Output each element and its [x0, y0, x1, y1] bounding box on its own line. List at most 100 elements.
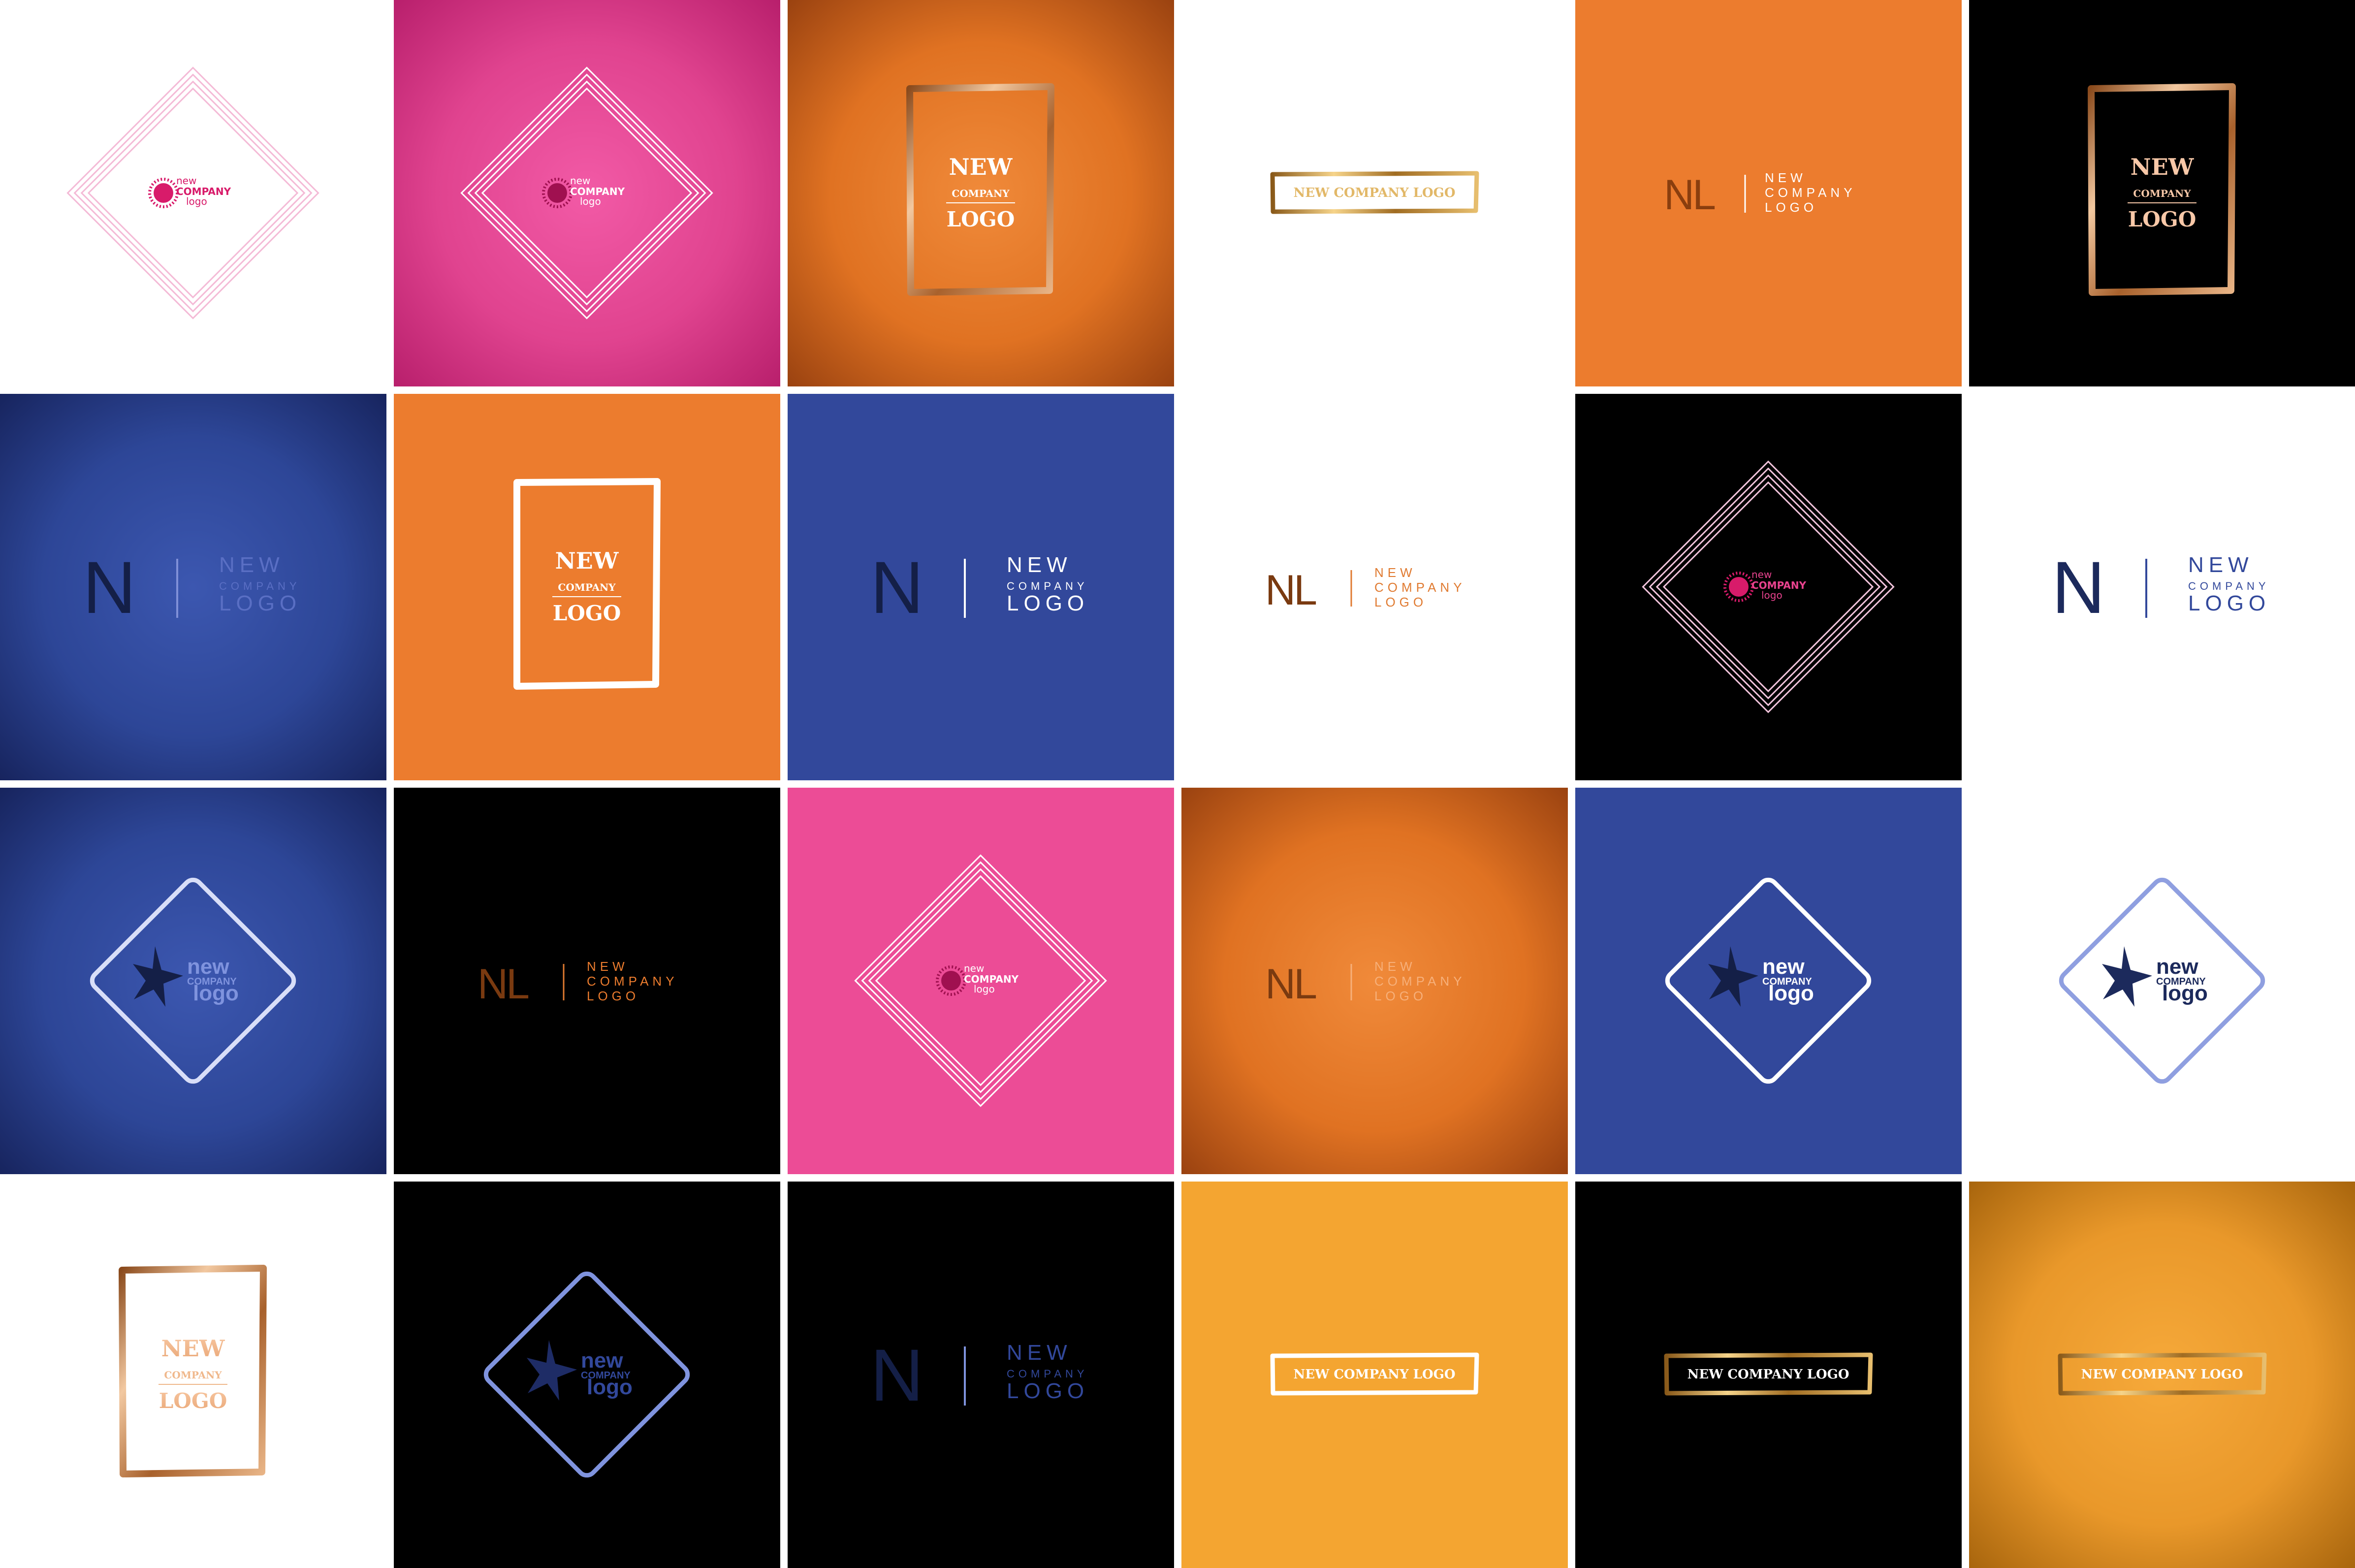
frame-logo: NEW COMPANY LOGO	[119, 1265, 267, 1477]
n-word3: LOGO	[2188, 591, 2270, 615]
star-word1: new	[1762, 955, 1805, 979]
frame-word2: COMPANY	[2133, 188, 2191, 199]
star-word1: new	[581, 1348, 623, 1373]
nl-mark: NL	[1265, 960, 1316, 1008]
nl-mark: NL	[1265, 567, 1316, 614]
frame-word2: COMPANY	[164, 1369, 222, 1381]
n-logo: N NEW COMPANY LOGO	[83, 546, 301, 629]
tile-r1-c4: NEW COMPANY LOGO	[1181, 0, 1568, 386]
banner-logo: NEW COMPANY LOGO	[1664, 1352, 1873, 1396]
nl-word3: LOGO	[1374, 989, 1427, 1003]
star-logo: new COMPANY logo	[2059, 877, 2265, 1084]
nl-word1: NEW	[1765, 170, 1807, 185]
tile-r2-c6: N NEW COMPANY LOGO	[1969, 394, 2355, 780]
frame-word3: LOGO	[947, 207, 1015, 231]
tile-r3-c1: new COMPANY logo	[0, 788, 386, 1174]
tile-r2-c3: N NEW COMPANY LOGO	[788, 394, 1174, 780]
n-mark: N	[2052, 546, 2105, 629]
burst-icon	[154, 183, 173, 203]
tile-r4-c5: NEW COMPANY LOGO	[1575, 1182, 1962, 1568]
tile-r3-c3: new COMPANY logo	[788, 788, 1174, 1174]
tile-r4-c4: NEW COMPANY LOGO	[1181, 1182, 1568, 1568]
burst-icon	[1729, 577, 1749, 597]
n-mark: N	[83, 546, 136, 629]
n-word1: NEW	[219, 553, 285, 577]
frame-word3: LOGO	[2128, 207, 2196, 231]
star-icon	[1708, 946, 1758, 1007]
nl-word3: LOGO	[1374, 595, 1427, 609]
nl-word2: COMPANY	[1374, 974, 1466, 989]
burst-word3: logo	[974, 983, 995, 995]
burst-word1: new	[570, 175, 590, 187]
burst-word3: logo	[580, 195, 601, 207]
banner-logo: NEW COMPANY LOGO	[1270, 171, 1479, 214]
burst-word3: logo	[186, 195, 207, 207]
tile-r4-c3: N NEW COMPANY LOGO	[788, 1182, 1174, 1568]
n-word2: COMPANY	[1007, 1368, 1088, 1380]
frame-word1: NEW	[555, 547, 619, 574]
tile-r4-c2: new COMPANY logo	[394, 1182, 780, 1568]
frame-word1: NEW	[949, 154, 1013, 180]
tile-r2-c2: NEW COMPANY LOGO	[394, 394, 780, 780]
star-word1: new	[2156, 955, 2198, 979]
star-word3: logo	[2162, 981, 2208, 1005]
tile-r1-c1: new COMPANY logo	[0, 0, 386, 386]
frame-word2: COMPANY	[952, 188, 1010, 199]
nl-word1: NEW	[1374, 959, 1416, 974]
burst-icon	[547, 183, 567, 203]
tile-r2-c1: N NEW COMPANY LOGO	[0, 394, 386, 780]
banner-text: NEW COMPANY LOGO	[1294, 186, 1456, 200]
n-logo: N NEW COMPANY LOGO	[870, 546, 1089, 629]
star-icon	[133, 946, 183, 1007]
burst-word1: new	[176, 175, 196, 187]
burst-logo: new COMPANY logo	[1642, 460, 1895, 713]
banner-text: NEW COMPANY LOGO	[2081, 1367, 2243, 1382]
nl-logo: NL NEW COMPANY LOGO	[1664, 170, 1856, 219]
n-word2: COMPANY	[1007, 580, 1088, 592]
tile-r2-c5: new COMPANY logo	[1575, 394, 1962, 780]
n-word1: NEW	[1007, 553, 1072, 577]
nl-word3: LOGO	[587, 989, 639, 1003]
burst-logo: new COMPANY logo	[460, 66, 713, 320]
burst-word1: new	[1751, 569, 1772, 580]
tile-r1-c5: NL NEW COMPANY LOGO	[1575, 0, 1962, 386]
burst-icon	[941, 971, 961, 991]
nl-mark: NL	[477, 960, 528, 1008]
tile-r4-c1: NEW COMPANY LOGO	[0, 1182, 386, 1568]
star-logo: new COMPANY logo	[1665, 877, 1872, 1084]
frame-word2: COMPANY	[558, 581, 616, 593]
tile-r4-c6: NEW COMPANY LOGO	[1969, 1182, 2355, 1568]
n-word3: LOGO	[219, 591, 301, 615]
nl-word3: LOGO	[1765, 200, 1817, 215]
nl-logo: NL NEW COMPANY LOGO	[1265, 565, 1462, 614]
star-icon	[2102, 946, 2152, 1007]
banner-text: NEW COMPANY LOGO	[1687, 1367, 1849, 1382]
nl-word2: COMPANY	[1765, 185, 1856, 200]
tile-r1-c3: NEW COMPANY LOGO	[788, 0, 1174, 386]
tile-r2-c4: NL NEW COMPANY LOGO	[1181, 394, 1568, 780]
n-mark: N	[870, 546, 923, 629]
n-mark: N	[870, 1334, 923, 1416]
star-word3: logo	[587, 1375, 633, 1399]
banner-text: NEW COMPANY LOGO	[1294, 1367, 1456, 1382]
burst-logo: new COMPANY logo	[854, 854, 1107, 1107]
n-logo: N NEW COMPANY LOGO	[2052, 546, 2270, 629]
n-word3: LOGO	[1007, 591, 1089, 615]
frame-word1: NEW	[161, 1335, 225, 1362]
nl-logo: NL NEW COMPANY LOGO	[1265, 959, 1466, 1008]
burst-word3: logo	[1761, 589, 1782, 601]
nl-mark: NL	[1664, 171, 1715, 219]
tile-r1-c6: NEW COMPANY LOGO	[1969, 0, 2355, 386]
banner-logo: NEW COMPANY LOGO	[1270, 1352, 1479, 1396]
star-word3: logo	[1768, 981, 1814, 1005]
tile-r3-c2: NL NEW COMPANY LOGO	[394, 788, 780, 1174]
frame-word1: NEW	[2131, 154, 2195, 180]
n-word2: COMPANY	[219, 580, 301, 592]
frame-logo: NEW COMPANY LOGO	[2088, 83, 2236, 296]
nl-word1: NEW	[1374, 565, 1416, 580]
nl-logo: NL NEW COMPANY LOGO	[477, 959, 674, 1008]
frame-logo: NEW COMPANY LOGO	[513, 478, 661, 690]
tile-r3-c4: NL NEW COMPANY LOGO	[1181, 788, 1568, 1174]
burst-logo: new COMPANY logo	[66, 66, 319, 320]
n-word1: NEW	[1007, 1341, 1072, 1365]
